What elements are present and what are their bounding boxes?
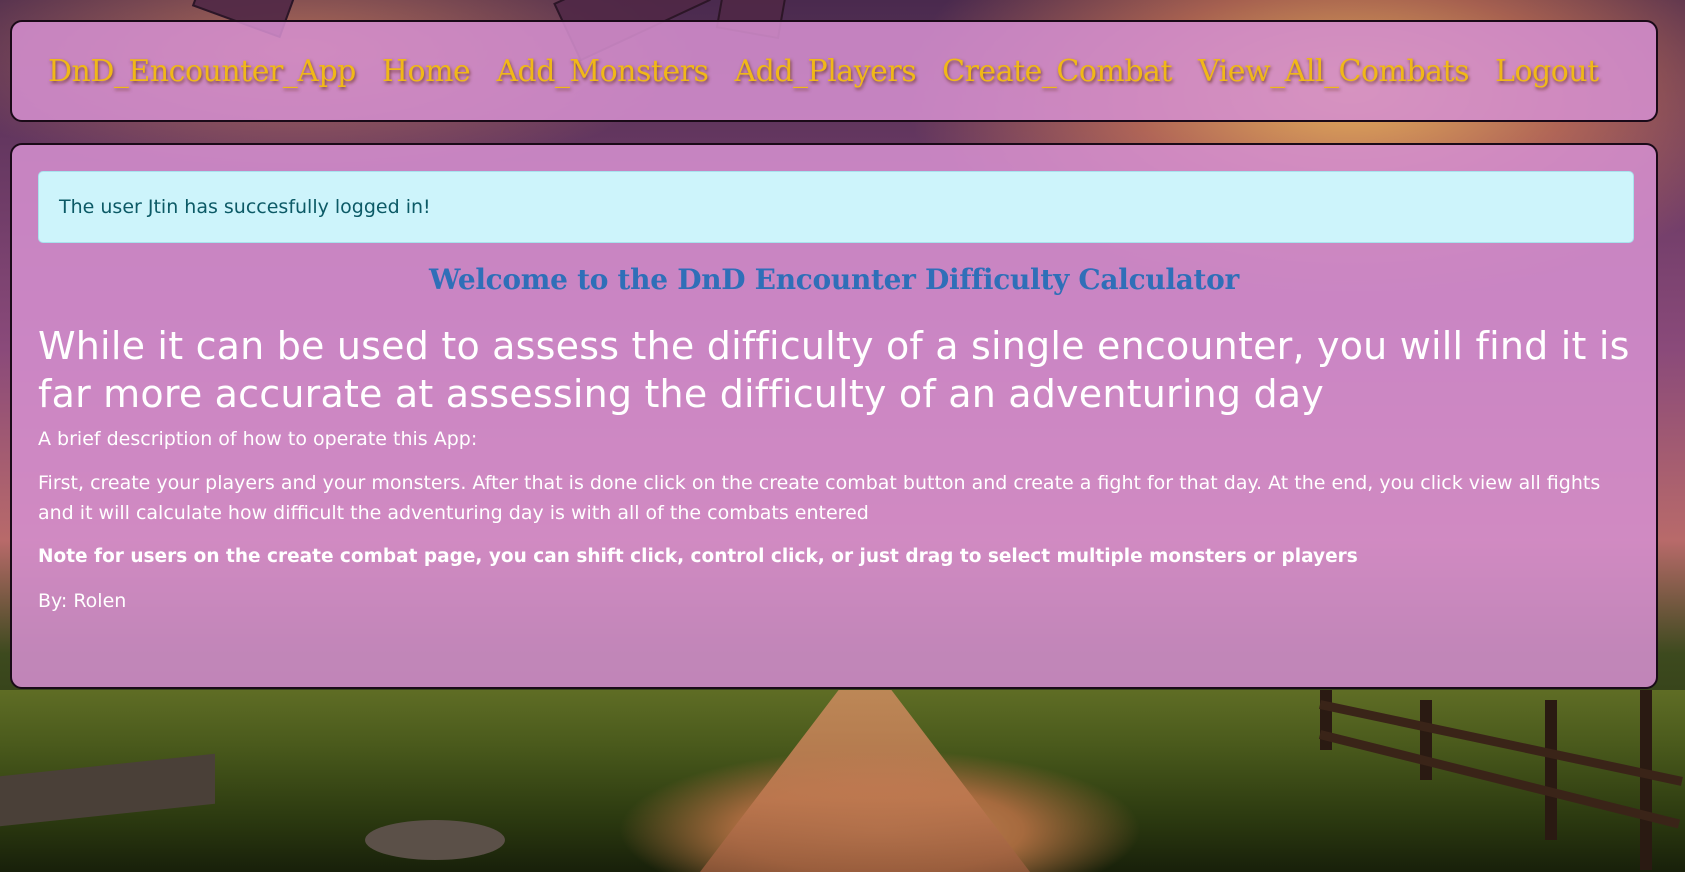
fence-post xyxy=(1545,700,1557,840)
author-credit: By: Rolen xyxy=(38,590,127,612)
nav-link-add-monsters[interactable]: Add_Monsters xyxy=(496,54,709,89)
navbar: DnD_Encounter_App Home Add_Monsters Add_… xyxy=(10,20,1658,122)
nav-link-logout[interactable]: Logout xyxy=(1495,54,1599,89)
nav-link-view-all-combats[interactable]: View_All_Combats xyxy=(1198,54,1470,89)
welcome-heading: Welcome to the DnD Encounter Difficulty … xyxy=(428,263,1240,296)
stone xyxy=(365,820,505,860)
nav-link-create-combat[interactable]: Create_Combat xyxy=(942,54,1172,89)
nav-link-add-players[interactable]: Add_Players xyxy=(734,54,916,89)
fence-post xyxy=(1640,690,1652,870)
fence-post xyxy=(1420,700,1432,780)
main-content-panel: The user Jtin has succesfully logged in!… xyxy=(10,143,1658,689)
instructions-text: First, create your players and your mons… xyxy=(38,472,1601,524)
usage-note: Note for users on the create combat page… xyxy=(38,546,1358,567)
nav-link-home[interactable]: Home xyxy=(382,54,471,89)
intro-text: A brief description of how to operate th… xyxy=(38,428,478,450)
nav-brand-link[interactable]: DnD_Encounter_App xyxy=(48,54,356,89)
alert-message: The user Jtin has succesfully logged in! xyxy=(59,196,431,218)
lead-heading: While it can be used to assess the diffi… xyxy=(38,324,1630,416)
login-success-alert: The user Jtin has succesfully logged in! xyxy=(38,171,1634,243)
